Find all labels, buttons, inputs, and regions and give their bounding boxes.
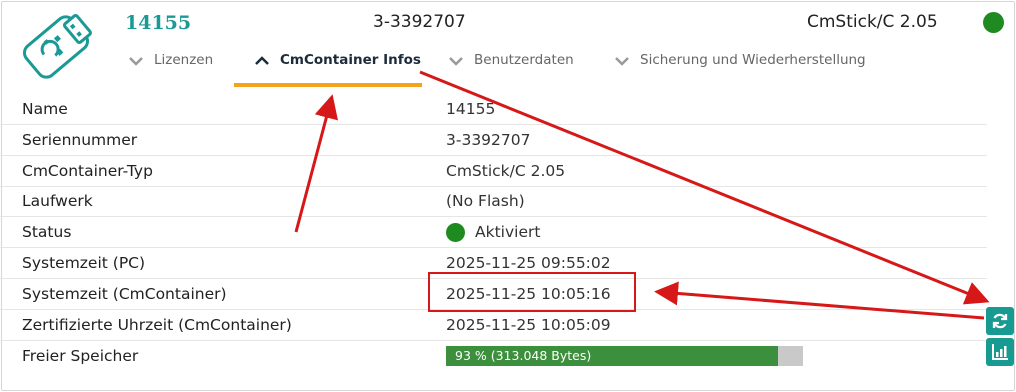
chevron-up-icon (255, 56, 269, 65)
row-value: (No Flash) (446, 192, 525, 210)
table-row-certified-time: Zertifizierte Uhrzeit (CmContainer) 2025… (0, 310, 987, 341)
container-name: 14155 (125, 12, 192, 34)
usb-stick-icon (14, 8, 98, 86)
table-row-serial: Seriennummer 3-3392707 (0, 125, 987, 156)
refresh-button[interactable] (986, 307, 1014, 335)
refresh-icon (992, 313, 1008, 329)
chart-button[interactable] (986, 338, 1014, 366)
chart-icon (992, 344, 1008, 360)
tab-label: Sicherung und Wiederherstellung (640, 52, 866, 68)
memory-progress-text: 93 % (313.048 Bytes) (455, 348, 592, 363)
row-value: 14155 (446, 100, 496, 118)
row-label: Name (22, 100, 68, 118)
status-indicator (983, 12, 1004, 33)
table-row-type: CmContainer-Typ CmStick/C 2.05 (0, 156, 987, 187)
memory-progress-bar: 93 % (313.048 Bytes) (446, 346, 803, 366)
row-value: 3-3392707 (446, 131, 531, 149)
table-row-drive: Laufwerk (No Flash) (0, 186, 987, 217)
row-label: Systemzeit (CmContainer) (22, 285, 227, 303)
row-label: Freier Speicher (22, 347, 139, 365)
chevron-down-icon (129, 57, 143, 66)
row-label: Systemzeit (PC) (22, 254, 146, 272)
row-label: Laufwerk (22, 192, 93, 210)
row-value: Aktiviert (475, 223, 541, 241)
tab-label: Lizenzen (154, 52, 214, 68)
row-value: CmStick/C 2.05 (446, 162, 566, 180)
row-label: Status (22, 223, 72, 241)
chevron-down-icon (449, 57, 463, 66)
tab-lizenzen[interactable]: Lizenzen (128, 52, 213, 88)
container-type: CmStick/C 2.05 (807, 12, 938, 32)
status-dot (446, 223, 465, 242)
tab-label: CmContainer Infos (280, 52, 421, 68)
row-label: Seriennummer (22, 131, 138, 149)
chevron-down-icon (615, 57, 629, 66)
row-value: 2025-11-25 10:05:09 (446, 316, 611, 334)
table-row-free-memory: Freier Speicher 93 % (313.048 Bytes) (0, 341, 987, 371)
tab-benutzerdaten[interactable]: Benutzerdaten (448, 52, 574, 88)
active-tab-indicator (234, 83, 422, 87)
annotation-highlight-box (428, 272, 636, 312)
table-row-name: Name 14155 (0, 94, 987, 125)
row-value: 2025-11-25 09:55:02 (446, 254, 611, 272)
row-label: CmContainer-Typ (22, 162, 153, 180)
container-serial: 3-3392707 (373, 12, 466, 32)
tab-sicherung[interactable]: Sicherung und Wiederherstellung (614, 52, 866, 88)
table-row-status: Status Aktiviert (0, 217, 987, 248)
container-header: 14155 3-3392707 CmStick/C 2.05 Lizenzen … (0, 0, 1016, 92)
row-label: Zertifizierte Uhrzeit (CmContainer) (22, 316, 292, 334)
tab-label: Benutzerdaten (474, 52, 574, 68)
